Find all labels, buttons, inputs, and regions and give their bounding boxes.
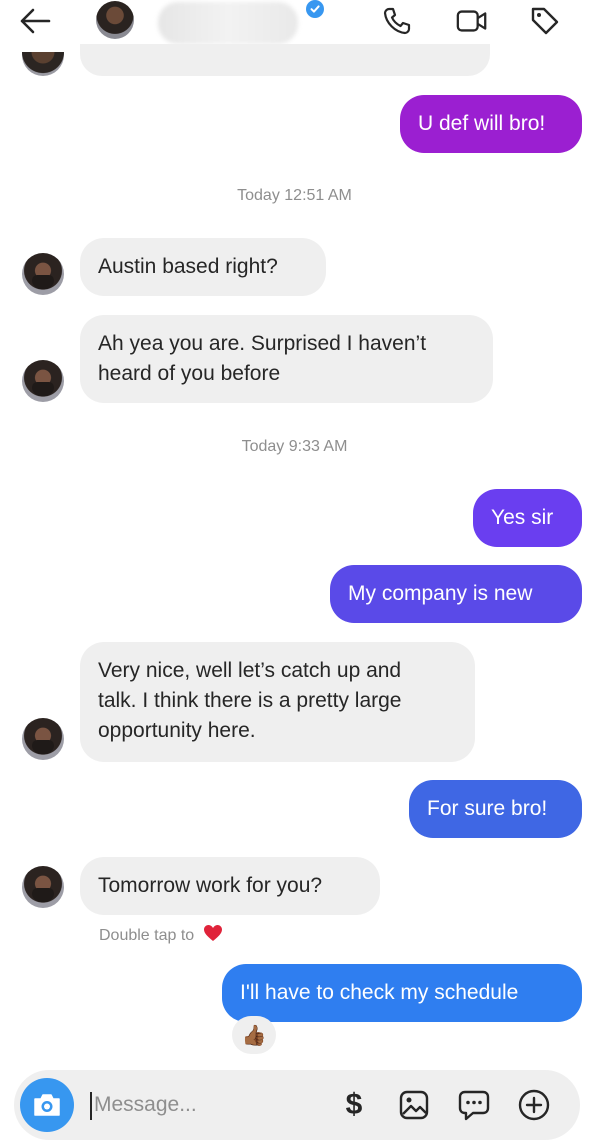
message-bubble-sent[interactable]: For sure bro! <box>409 780 582 838</box>
phone-icon[interactable] <box>380 4 414 38</box>
image-icon[interactable] <box>396 1087 432 1123</box>
message-input[interactable] <box>94 1086 314 1124</box>
reaction-thumbs-up[interactable]: 👍🏾 <box>232 1016 276 1054</box>
message-bubble-received[interactable]: Very nice, well let’s catch up and talk.… <box>80 642 475 762</box>
avatar <box>22 866 64 908</box>
chat-header <box>0 0 589 48</box>
chat-bubble-icon[interactable] <box>456 1087 492 1123</box>
heart-icon <box>203 924 223 947</box>
video-camera-icon[interactable] <box>455 4 489 38</box>
message-bubble-sent[interactable]: U def will bro! <box>400 95 582 153</box>
verified-badge-icon <box>306 0 324 18</box>
timestamp: Today 12:51 AM <box>237 187 352 204</box>
contact-name-blurred[interactable] <box>158 2 298 44</box>
message-bubble-received[interactable]: Austin based right? <box>80 238 326 296</box>
message-bubble-received[interactable]: Ah yea you are. Surprised I haven’t hear… <box>80 315 493 403</box>
message-bubble-received[interactable] <box>80 44 490 76</box>
dollar-icon[interactable]: $ <box>336 1087 372 1123</box>
avatar <box>22 52 64 76</box>
double-tap-hint: Double tap to <box>99 924 223 947</box>
avatar <box>22 253 64 295</box>
message-bubble-sent[interactable]: I'll have to check my schedule <box>222 964 582 1022</box>
message-bubble-received[interactable]: Tomorrow work for you? <box>80 857 380 915</box>
message-composer: $ <box>14 1070 580 1140</box>
arrow-left-icon[interactable] <box>18 4 52 38</box>
camera-icon[interactable] <box>20 1078 74 1132</box>
contact-avatar[interactable] <box>96 1 134 39</box>
tag-icon[interactable] <box>528 4 562 38</box>
avatar <box>22 360 64 402</box>
message-bubble-sent[interactable]: My company is new <box>330 565 582 623</box>
plus-circle-icon[interactable] <box>516 1087 552 1123</box>
avatar <box>22 718 64 760</box>
text-cursor <box>90 1092 92 1120</box>
message-bubble-sent[interactable]: Yes sir <box>473 489 582 547</box>
timestamp: Today 9:33 AM <box>241 438 348 455</box>
